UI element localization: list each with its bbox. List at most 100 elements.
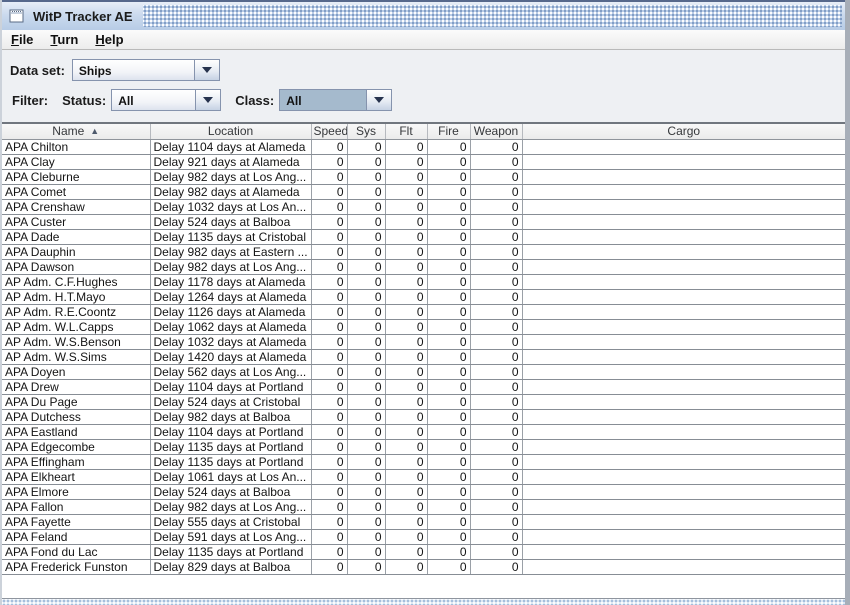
cell-weapon: 0 bbox=[470, 499, 523, 515]
column-header-fire[interactable]: Fire bbox=[427, 124, 471, 140]
cell-sys: 0 bbox=[347, 259, 386, 275]
cell-cargo bbox=[522, 529, 845, 545]
column-header-sys[interactable]: Sys bbox=[347, 124, 386, 140]
table-row[interactable]: APA Fayette Delay 555 days at Cristobal … bbox=[2, 514, 845, 530]
cell-sys: 0 bbox=[347, 454, 386, 470]
column-header-weapon[interactable]: Weapon bbox=[470, 124, 523, 140]
cell-location: Delay 524 days at Balboa bbox=[150, 484, 312, 500]
cell-location: Delay 591 days at Los Ang... bbox=[150, 529, 312, 545]
cell-sys: 0 bbox=[347, 409, 386, 425]
table-row[interactable]: APA Dade Delay 1135 days at Cristobal 0 … bbox=[2, 229, 845, 245]
cell-sys: 0 bbox=[347, 424, 386, 440]
table-row[interactable]: APA Drew Delay 1104 days at Portland 0 0… bbox=[2, 379, 845, 395]
table-row[interactable]: APA Dawson Delay 982 days at Los Ang... … bbox=[2, 259, 845, 275]
cell-fire: 0 bbox=[427, 304, 471, 320]
cell-speed: 0 bbox=[311, 274, 348, 290]
combobox-arrow-button[interactable] bbox=[366, 90, 392, 110]
menu-file[interactable]: File bbox=[11, 32, 33, 47]
cell-name: APA Fayette bbox=[2, 514, 151, 530]
cell-flt: 0 bbox=[385, 544, 428, 560]
combobox-arrow-button[interactable] bbox=[195, 90, 221, 110]
cell-sys: 0 bbox=[347, 199, 386, 215]
table-row[interactable]: APA Feland Delay 591 days at Los Ang... … bbox=[2, 529, 845, 545]
horizontal-scrollbar[interactable] bbox=[2, 598, 845, 605]
table-row[interactable]: APA Cleburne Delay 982 days at Los Ang..… bbox=[2, 169, 845, 185]
data-set-combobox[interactable]: Ships bbox=[71, 59, 220, 81]
table-row[interactable]: AP Adm. W.S.Sims Delay 1420 days at Alam… bbox=[2, 349, 845, 365]
combobox-arrow-button[interactable] bbox=[193, 60, 219, 80]
cell-name: APA Elmore bbox=[2, 484, 151, 500]
cell-fire: 0 bbox=[427, 169, 471, 185]
table-row[interactable]: APA Du Page Delay 524 days at Cristobal … bbox=[2, 394, 845, 410]
cell-fire: 0 bbox=[427, 469, 471, 485]
window-title: WitP Tracker AE bbox=[33, 8, 133, 24]
cell-cargo bbox=[522, 229, 845, 245]
menu-help[interactable]: Help bbox=[95, 32, 123, 47]
table-row[interactable]: APA Elmore Delay 524 days at Balboa 0 0 … bbox=[2, 484, 845, 500]
table-row[interactable]: APA Fallon Delay 982 days at Los Ang... … bbox=[2, 499, 845, 515]
cell-fire: 0 bbox=[427, 139, 471, 155]
table-row[interactable]: APA Edgecombe Delay 1135 days at Portlan… bbox=[2, 439, 845, 455]
cell-location: Delay 982 days at Eastern ... bbox=[150, 244, 312, 260]
column-header-cargo[interactable]: Cargo bbox=[522, 124, 845, 140]
cell-weapon: 0 bbox=[470, 274, 523, 290]
cell-weapon: 0 bbox=[470, 409, 523, 425]
table-row[interactable]: APA Effingham Delay 1135 days at Portlan… bbox=[2, 454, 845, 470]
cell-name: AP Adm. W.S.Benson bbox=[2, 334, 151, 350]
column-header-name[interactable]: Name ▲ bbox=[2, 124, 151, 140]
cell-flt: 0 bbox=[385, 439, 428, 455]
cell-location: Delay 982 days at Los Ang... bbox=[150, 499, 312, 515]
cell-sys: 0 bbox=[347, 364, 386, 380]
menu-turn[interactable]: Turn bbox=[50, 32, 78, 47]
class-combobox[interactable]: All bbox=[279, 89, 393, 111]
cell-cargo bbox=[522, 439, 845, 455]
table-row[interactable]: APA Eastland Delay 1104 days at Portland… bbox=[2, 424, 845, 440]
table-row[interactable]: APA Doyen Delay 562 days at Los Ang... 0… bbox=[2, 364, 845, 380]
cell-fire: 0 bbox=[427, 544, 471, 560]
table-header-row: Name ▲ Location Speed Sys Flt Fire Weapon… bbox=[2, 124, 845, 140]
table-row[interactable]: APA Dauphin Delay 982 days at Eastern ..… bbox=[2, 244, 845, 260]
cell-speed: 0 bbox=[311, 379, 348, 395]
cell-weapon: 0 bbox=[470, 424, 523, 440]
cell-flt: 0 bbox=[385, 169, 428, 185]
table-row[interactable]: APA Crenshaw Delay 1032 days at Los An..… bbox=[2, 199, 845, 215]
title-bar[interactable]: WitP Tracker AE bbox=[2, 0, 845, 30]
cell-name: APA Cleburne bbox=[2, 169, 151, 185]
table-row[interactable]: AP Adm. W.S.Benson Delay 1032 days at Al… bbox=[2, 334, 845, 350]
cell-name: APA Clay bbox=[2, 154, 151, 170]
table-row[interactable]: APA Frederick Funston Delay 829 days at … bbox=[2, 559, 845, 575]
chevron-down-icon bbox=[374, 97, 385, 103]
cell-flt: 0 bbox=[385, 139, 428, 155]
table-row[interactable]: APA Comet Delay 982 days at Alameda 0 0 … bbox=[2, 184, 845, 200]
cell-cargo bbox=[522, 199, 845, 215]
table-row[interactable]: APA Chilton Delay 1104 days at Alameda 0… bbox=[2, 139, 845, 155]
table-row[interactable]: APA Elkheart Delay 1061 days at Los An..… bbox=[2, 469, 845, 485]
table-row[interactable]: AP Adm. H.T.Mayo Delay 1264 days at Alam… bbox=[2, 289, 845, 305]
cell-weapon: 0 bbox=[470, 259, 523, 275]
cell-cargo bbox=[522, 304, 845, 320]
cell-location: Delay 1061 days at Los An... bbox=[150, 469, 312, 485]
table-row[interactable]: APA Custer Delay 524 days at Balboa 0 0 … bbox=[2, 214, 845, 230]
table-row[interactable]: APA Dutchess Delay 982 days at Balboa 0 … bbox=[2, 409, 845, 425]
column-header-location[interactable]: Location bbox=[150, 124, 312, 140]
table-row[interactable]: AP Adm. C.F.Hughes Delay 1178 days at Al… bbox=[2, 274, 845, 290]
status-value: All bbox=[112, 90, 196, 110]
column-header-flt[interactable]: Flt bbox=[385, 124, 428, 140]
cell-cargo bbox=[522, 214, 845, 230]
column-header-speed[interactable]: Speed bbox=[311, 124, 348, 140]
cell-name: AP Adm. W.L.Capps bbox=[2, 319, 151, 335]
cell-flt: 0 bbox=[385, 424, 428, 440]
cell-fire: 0 bbox=[427, 409, 471, 425]
status-combobox[interactable]: All bbox=[111, 89, 222, 111]
cell-location: Delay 1178 days at Alameda bbox=[150, 274, 312, 290]
cell-cargo bbox=[522, 424, 845, 440]
cell-location: Delay 921 days at Alameda bbox=[150, 154, 312, 170]
cell-flt: 0 bbox=[385, 469, 428, 485]
table-row[interactable]: AP Adm. R.E.Coontz Delay 1126 days at Al… bbox=[2, 304, 845, 320]
table-row[interactable]: APA Clay Delay 921 days at Alameda 0 0 0… bbox=[2, 154, 845, 170]
cell-fire: 0 bbox=[427, 454, 471, 470]
cell-speed: 0 bbox=[311, 334, 348, 350]
table-row[interactable]: APA Fond du Lac Delay 1135 days at Portl… bbox=[2, 544, 845, 560]
table-row[interactable]: AP Adm. W.L.Capps Delay 1062 days at Ala… bbox=[2, 319, 845, 335]
cell-flt: 0 bbox=[385, 214, 428, 230]
